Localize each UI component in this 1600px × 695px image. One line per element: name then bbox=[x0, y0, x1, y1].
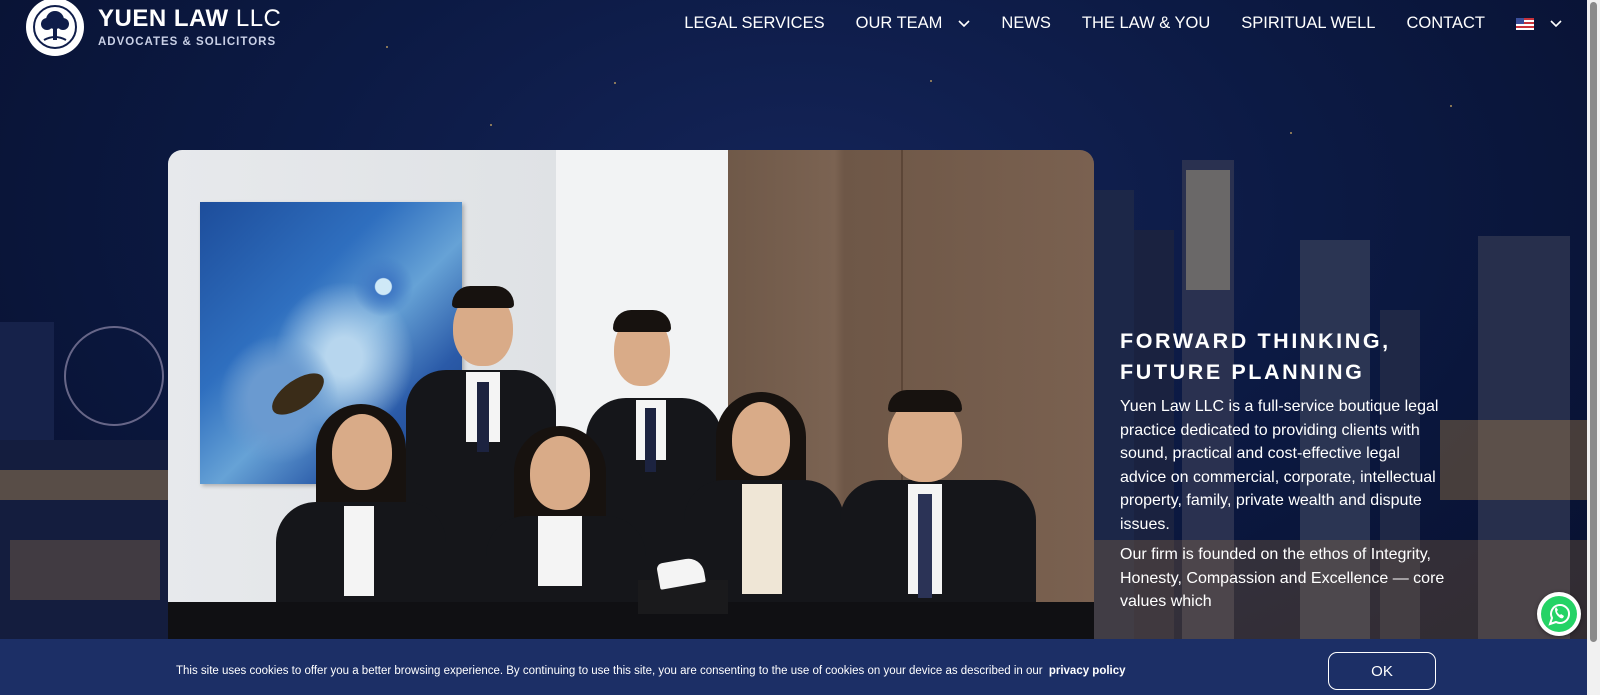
star-decoration bbox=[1290, 132, 1292, 134]
star-decoration bbox=[1450, 105, 1452, 107]
logo[interactable]: YUEN LAW LLC ADVOCATES & SOLICITORS bbox=[26, 0, 281, 56]
team-photo bbox=[168, 150, 1094, 640]
nav-the-law-and-you[interactable]: THE LAW & YOU bbox=[1082, 14, 1210, 33]
hero-copy: FORWARD THINKING, FUTURE PLANNING Yuen L… bbox=[1120, 326, 1450, 614]
star-decoration bbox=[930, 80, 932, 82]
nav-our-team-label: OUR TEAM bbox=[855, 14, 943, 32]
hero-paragraph-2: Our firm is founded on the ethos of Inte… bbox=[1120, 546, 1445, 610]
photo-tissue-box bbox=[638, 580, 728, 614]
cookie-message: This site uses cookies to offer you a be… bbox=[176, 665, 1126, 677]
cookie-banner: This site uses cookies to offer you a be… bbox=[0, 639, 1587, 695]
cookie-ok-button[interactable]: OK bbox=[1328, 652, 1436, 690]
nav-news[interactable]: NEWS bbox=[1001, 14, 1051, 33]
main-nav: LEGAL SERVICES OUR TEAM NEWS THE LAW & Y… bbox=[653, 14, 1562, 33]
brand-name-main: YUEN LAW bbox=[98, 5, 229, 33]
brand-name: YUEN LAW LLC bbox=[98, 7, 281, 31]
star-decoration bbox=[490, 124, 492, 126]
whatsapp-button[interactable] bbox=[1537, 592, 1581, 636]
nav-contact[interactable]: CONTACT bbox=[1406, 14, 1485, 33]
brand-tagline: ADVOCATES & SOLICITORS bbox=[98, 36, 277, 49]
tree-icon bbox=[26, 0, 84, 56]
page-scrollbar[interactable] bbox=[1587, 0, 1600, 695]
hero-paragraph-1: Yuen Law LLC is a full-service boutique … bbox=[1120, 398, 1439, 533]
nav-our-team[interactable]: OUR TEAM bbox=[856, 14, 971, 33]
us-flag-icon bbox=[1516, 17, 1534, 30]
chevron-down-icon bbox=[958, 14, 970, 33]
hero-title-line2: FUTURE PLANNING bbox=[1120, 360, 1365, 384]
observation-wheel bbox=[64, 326, 164, 426]
whatsapp-icon bbox=[1541, 596, 1577, 632]
site-header: YUEN LAW LLC ADVOCATES & SOLICITORS LEGA… bbox=[0, 0, 1600, 60]
star-decoration bbox=[614, 82, 616, 84]
scrollbar-thumb[interactable] bbox=[1590, 2, 1597, 642]
hero-title-line1: FORWARD THINKING, bbox=[1120, 329, 1391, 353]
cookie-text: This site uses cookies to offer you a be… bbox=[176, 665, 1043, 677]
hero-title: FORWARD THINKING, FUTURE PLANNING bbox=[1120, 326, 1450, 388]
privacy-policy-link[interactable]: privacy policy bbox=[1049, 665, 1126, 677]
brand-name-suffix: LLC bbox=[235, 5, 282, 33]
chevron-down-icon bbox=[1550, 14, 1562, 33]
photo-table bbox=[168, 602, 1094, 640]
nav-legal-services[interactable]: LEGAL SERVICES bbox=[684, 14, 824, 33]
nav-spiritual-well[interactable]: SPIRITUAL WELL bbox=[1241, 14, 1375, 33]
language-selector[interactable] bbox=[1516, 14, 1562, 33]
